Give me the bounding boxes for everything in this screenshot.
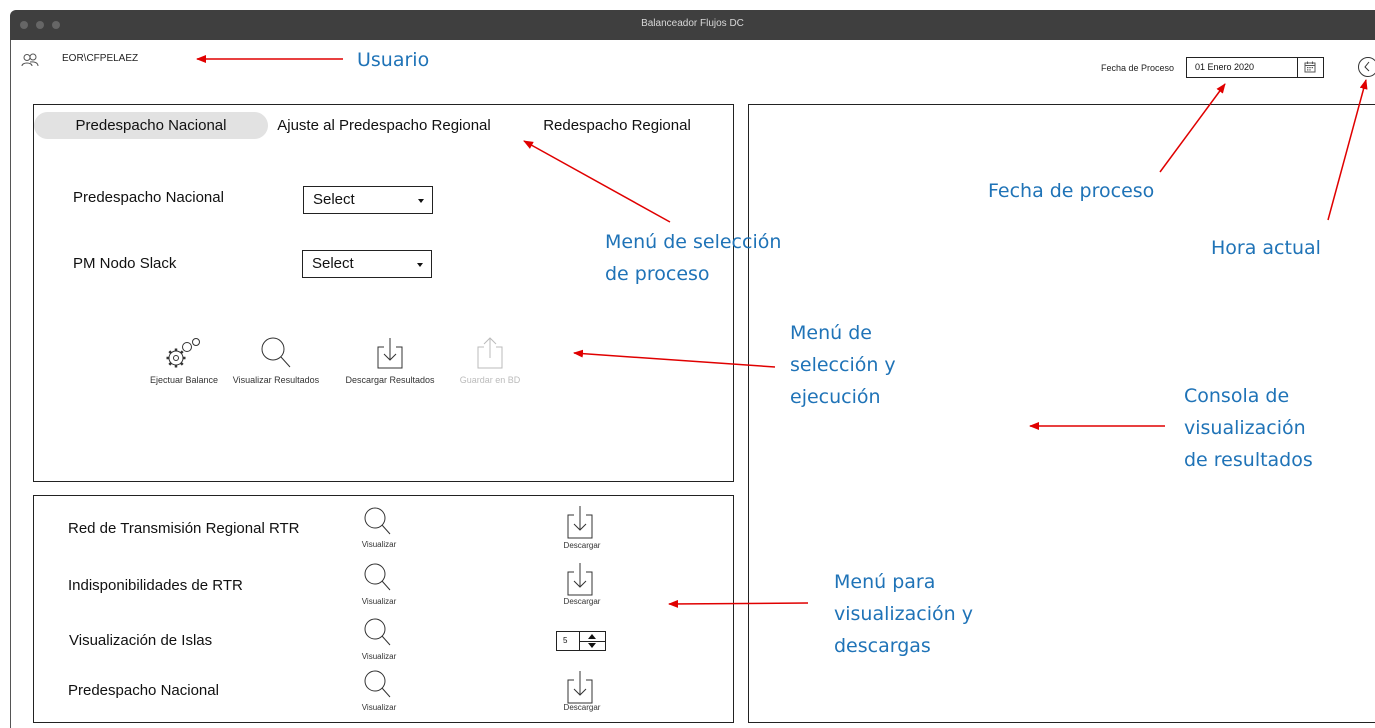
arrow-downloads-menu bbox=[668, 599, 809, 608]
annotation-arrows bbox=[196, 55, 1368, 608]
arrow-process-menu bbox=[523, 140, 671, 223]
arrow-process-date bbox=[1159, 83, 1226, 173]
arrow-current-time bbox=[1327, 79, 1368, 221]
arrow-selection-menu bbox=[573, 349, 776, 368]
